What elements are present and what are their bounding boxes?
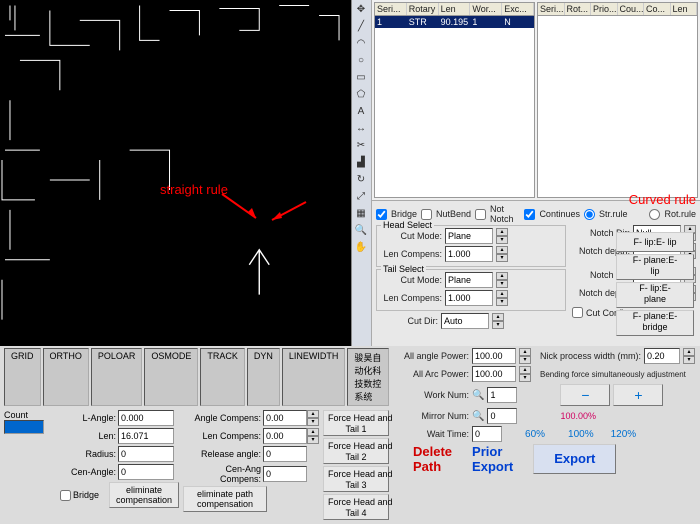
- cutconfirm-checkbox[interactable]: [572, 307, 583, 318]
- spin-icon[interactable]: ▴▾: [496, 228, 508, 244]
- color-swatch[interactable]: [4, 420, 44, 434]
- cenangc-input[interactable]: [263, 466, 307, 482]
- len-input[interactable]: [118, 428, 174, 444]
- cutdir-select[interactable]: [441, 313, 489, 329]
- annotation-curved: Curved rule: [629, 192, 696, 207]
- delete-path-button[interactable]: Delete Path: [413, 444, 452, 474]
- status-ortho[interactable]: ORTHO: [43, 348, 89, 406]
- col-seri: Seri...: [375, 3, 407, 15]
- fht1-button[interactable]: Force Head and Tail 1: [323, 410, 389, 436]
- tool-trim-icon[interactable]: ✂: [353, 138, 369, 154]
- anglecomp-input[interactable]: [263, 410, 307, 426]
- segment-table-right[interactable]: Seri... Rot... Prio... Cou... Co... Len: [537, 2, 698, 198]
- allangle-input[interactable]: [472, 348, 516, 364]
- worknum-input[interactable]: [487, 387, 517, 403]
- tail-cutmode-select[interactable]: [445, 272, 493, 288]
- fht4-button[interactable]: Force Head and Tail 4: [323, 494, 389, 520]
- head-lencomp-input[interactable]: [445, 246, 493, 262]
- count-label: Count: [4, 410, 56, 420]
- allarc-input[interactable]: [472, 366, 516, 382]
- fplaneeb-button[interactable]: F- plane:E- bridge: [616, 310, 694, 336]
- tool-mirror-icon[interactable]: ▟: [353, 155, 369, 171]
- prior-export-button[interactable]: Prior Export: [472, 444, 513, 474]
- flipep-button[interactable]: F- lip:E- plane: [616, 282, 694, 308]
- flipe-button[interactable]: F- lip:E- lip: [616, 232, 694, 252]
- status-grid[interactable]: GRID: [4, 348, 41, 406]
- fht2-button[interactable]: Force Head and Tail 2: [323, 438, 389, 464]
- continues-checkbox[interactable]: [524, 209, 535, 220]
- mirrornum-input[interactable]: [487, 408, 517, 424]
- str-rule-radio[interactable]: [584, 209, 595, 220]
- minus-button[interactable]: −: [560, 384, 610, 406]
- segment-table-left[interactable]: Seri... Rotary an... Len Wor... Exc... 1…: [374, 2, 535, 198]
- status-poloar[interactable]: POLOAR: [91, 348, 143, 406]
- fht3-button[interactable]: Force Head and Tail 3: [323, 466, 389, 492]
- tool-scale-icon[interactable]: ⤢: [353, 189, 369, 205]
- status-linewidth[interactable]: LINEWIDTH: [282, 348, 346, 406]
- release-input[interactable]: [263, 446, 307, 462]
- tool-rect-icon[interactable]: ▭: [353, 70, 369, 86]
- status-bar: GRID ORTHO POLOAR OSMODE TRACK DYN LINEW…: [4, 348, 389, 406]
- elim-comp-button[interactable]: eliminate compensation: [109, 482, 179, 508]
- notnotch-checkbox[interactable]: [475, 209, 486, 220]
- status-dyn[interactable]: DYN: [247, 348, 280, 406]
- status-osmode[interactable]: OSMODE: [144, 348, 198, 406]
- bridge2-checkbox[interactable]: [60, 490, 71, 501]
- head-cutmode-select[interactable]: [445, 228, 493, 244]
- nick-input[interactable]: [644, 348, 680, 364]
- tool-grid-icon[interactable]: ▦: [353, 206, 369, 222]
- tail-lencomp-input[interactable]: [445, 290, 493, 306]
- tool-dim-icon[interactable]: ↔: [353, 121, 369, 137]
- tool-rot-icon[interactable]: ↻: [353, 172, 369, 188]
- rot-rule-radio[interactable]: [649, 209, 660, 220]
- lencomp2-input[interactable]: [263, 428, 307, 444]
- nutbend-checkbox[interactable]: [421, 209, 432, 220]
- table-row[interactable]: 1 STR 90.195 1 N: [375, 16, 534, 28]
- fplanee-button[interactable]: F- plane:E- lip: [616, 254, 694, 280]
- pct-120[interactable]: 120%: [611, 429, 637, 440]
- pct-100b[interactable]: 100%: [568, 429, 594, 440]
- cenangle-input[interactable]: [118, 464, 174, 480]
- status-track[interactable]: TRACK: [200, 348, 245, 406]
- search-icon[interactable]: 🔍: [472, 411, 484, 422]
- export-button[interactable]: Export: [533, 444, 616, 474]
- pct-60[interactable]: 60%: [525, 429, 545, 440]
- col-exc: Exc...: [502, 3, 534, 15]
- tool-zoom-icon[interactable]: 🔍: [353, 223, 369, 239]
- plus-button[interactable]: +: [613, 384, 663, 406]
- annotation-straight: straight rule: [160, 182, 228, 197]
- tool-line-icon[interactable]: ╱: [353, 19, 369, 35]
- tool-circle-icon[interactable]: ○: [353, 53, 369, 69]
- pct-100: 100.00%: [560, 411, 596, 421]
- tool-pan-icon[interactable]: ✋: [353, 240, 369, 256]
- vertical-toolbar: ✥ ╱ ◠ ○ ▭ ⬠ A ↔ ✂ ▟ ↻ ⤢ ▦ 🔍 ✋: [352, 0, 372, 346]
- tool-arc-icon[interactable]: ◠: [353, 36, 369, 52]
- elim-path-button[interactable]: eliminate path compensation: [183, 486, 267, 512]
- search-icon[interactable]: 🔍: [472, 390, 484, 401]
- tool-move-icon[interactable]: ✥: [353, 2, 369, 18]
- col-len: Len: [439, 3, 471, 15]
- tool-poly-icon[interactable]: ⬠: [353, 87, 369, 103]
- langle-input[interactable]: [118, 410, 174, 426]
- waittime-input[interactable]: [472, 426, 502, 442]
- bridge-checkbox[interactable]: [376, 209, 387, 220]
- cad-viewport[interactable]: [0, 0, 352, 346]
- radius-input[interactable]: [118, 446, 174, 462]
- col-wor: Wor...: [470, 3, 502, 15]
- app-title: 骏昊自动化科技数控系统: [347, 348, 389, 406]
- col-rotary: Rotary an...: [407, 3, 439, 15]
- tool-text-icon[interactable]: A: [353, 104, 369, 120]
